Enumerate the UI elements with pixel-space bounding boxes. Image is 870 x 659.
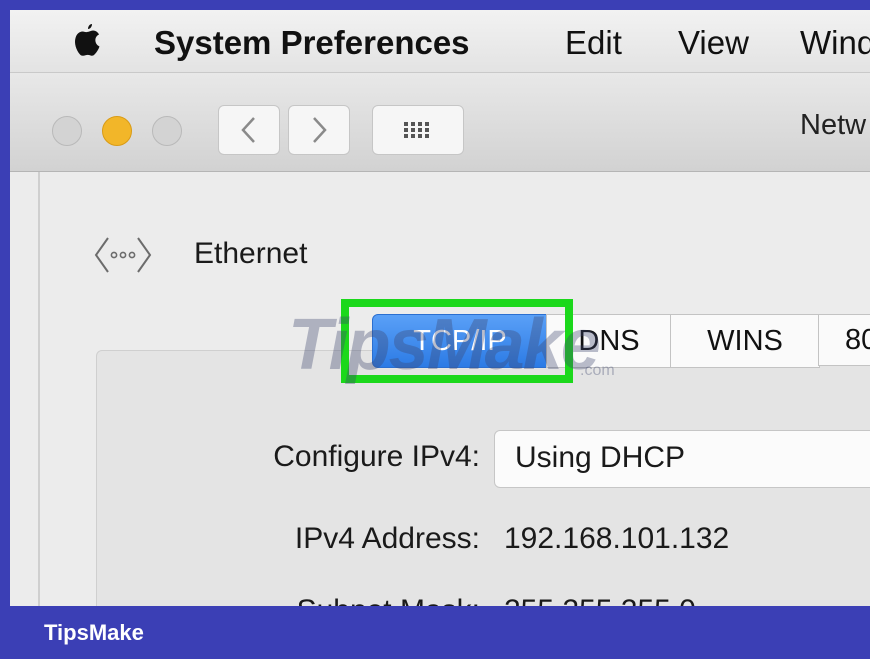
service-name: Ethernet: [194, 237, 308, 270]
grid-icon: [404, 122, 429, 138]
ethernet-icon: [94, 237, 152, 273]
apple-icon[interactable]: [72, 22, 102, 58]
ipv4-address-value: 192.168.101.132: [504, 522, 730, 555]
configure-ipv4-select[interactable]: Using DHCP: [494, 430, 870, 488]
brand-bar: TipsMake: [0, 606, 870, 659]
zoom-button[interactable]: [152, 116, 182, 146]
brand-logo-text: TipsMake: [44, 620, 144, 645]
subnet-mask-value: 255.255.255.0: [504, 594, 696, 606]
configure-ipv4-value: Using DHCP: [515, 441, 686, 474]
tab-wins[interactable]: WINS: [670, 314, 820, 368]
configure-ipv4-label: Configure IPv4:: [273, 440, 480, 473]
tab-8021x[interactable]: 80: [818, 314, 870, 366]
minimize-button[interactable]: [102, 116, 132, 146]
watermark-suffix: .com: [580, 362, 615, 379]
image-frame: System Preferences Edit View Wind Netw E…: [0, 0, 870, 659]
menu-item-window[interactable]: Wind: [800, 24, 870, 62]
menu-bar: System Preferences Edit View Wind: [10, 10, 870, 73]
forward-button[interactable]: [288, 105, 350, 155]
window-toolbar: Netw: [10, 73, 870, 172]
chevron-right-icon: [313, 117, 327, 143]
back-button[interactable]: [218, 105, 280, 155]
chevron-left-icon: [241, 117, 255, 143]
subnet-mask-label: Subnet Mask:: [210, 594, 480, 606]
show-all-button[interactable]: [372, 105, 464, 155]
menu-item-edit[interactable]: Edit: [565, 24, 622, 62]
screen: System Preferences Edit View Wind Netw E…: [10, 10, 870, 606]
network-pane: Ethernet TCP/IP DNS WINS 80 TipsMake .co…: [38, 172, 870, 606]
window-title: Netw: [800, 109, 867, 141]
menu-item-view[interactable]: View: [678, 24, 749, 62]
watermark: TipsMake: [288, 305, 601, 385]
menu-app-name[interactable]: System Preferences: [154, 24, 470, 62]
close-button[interactable]: [52, 116, 82, 146]
ipv4-address-label: IPv4 Address:: [294, 522, 480, 555]
